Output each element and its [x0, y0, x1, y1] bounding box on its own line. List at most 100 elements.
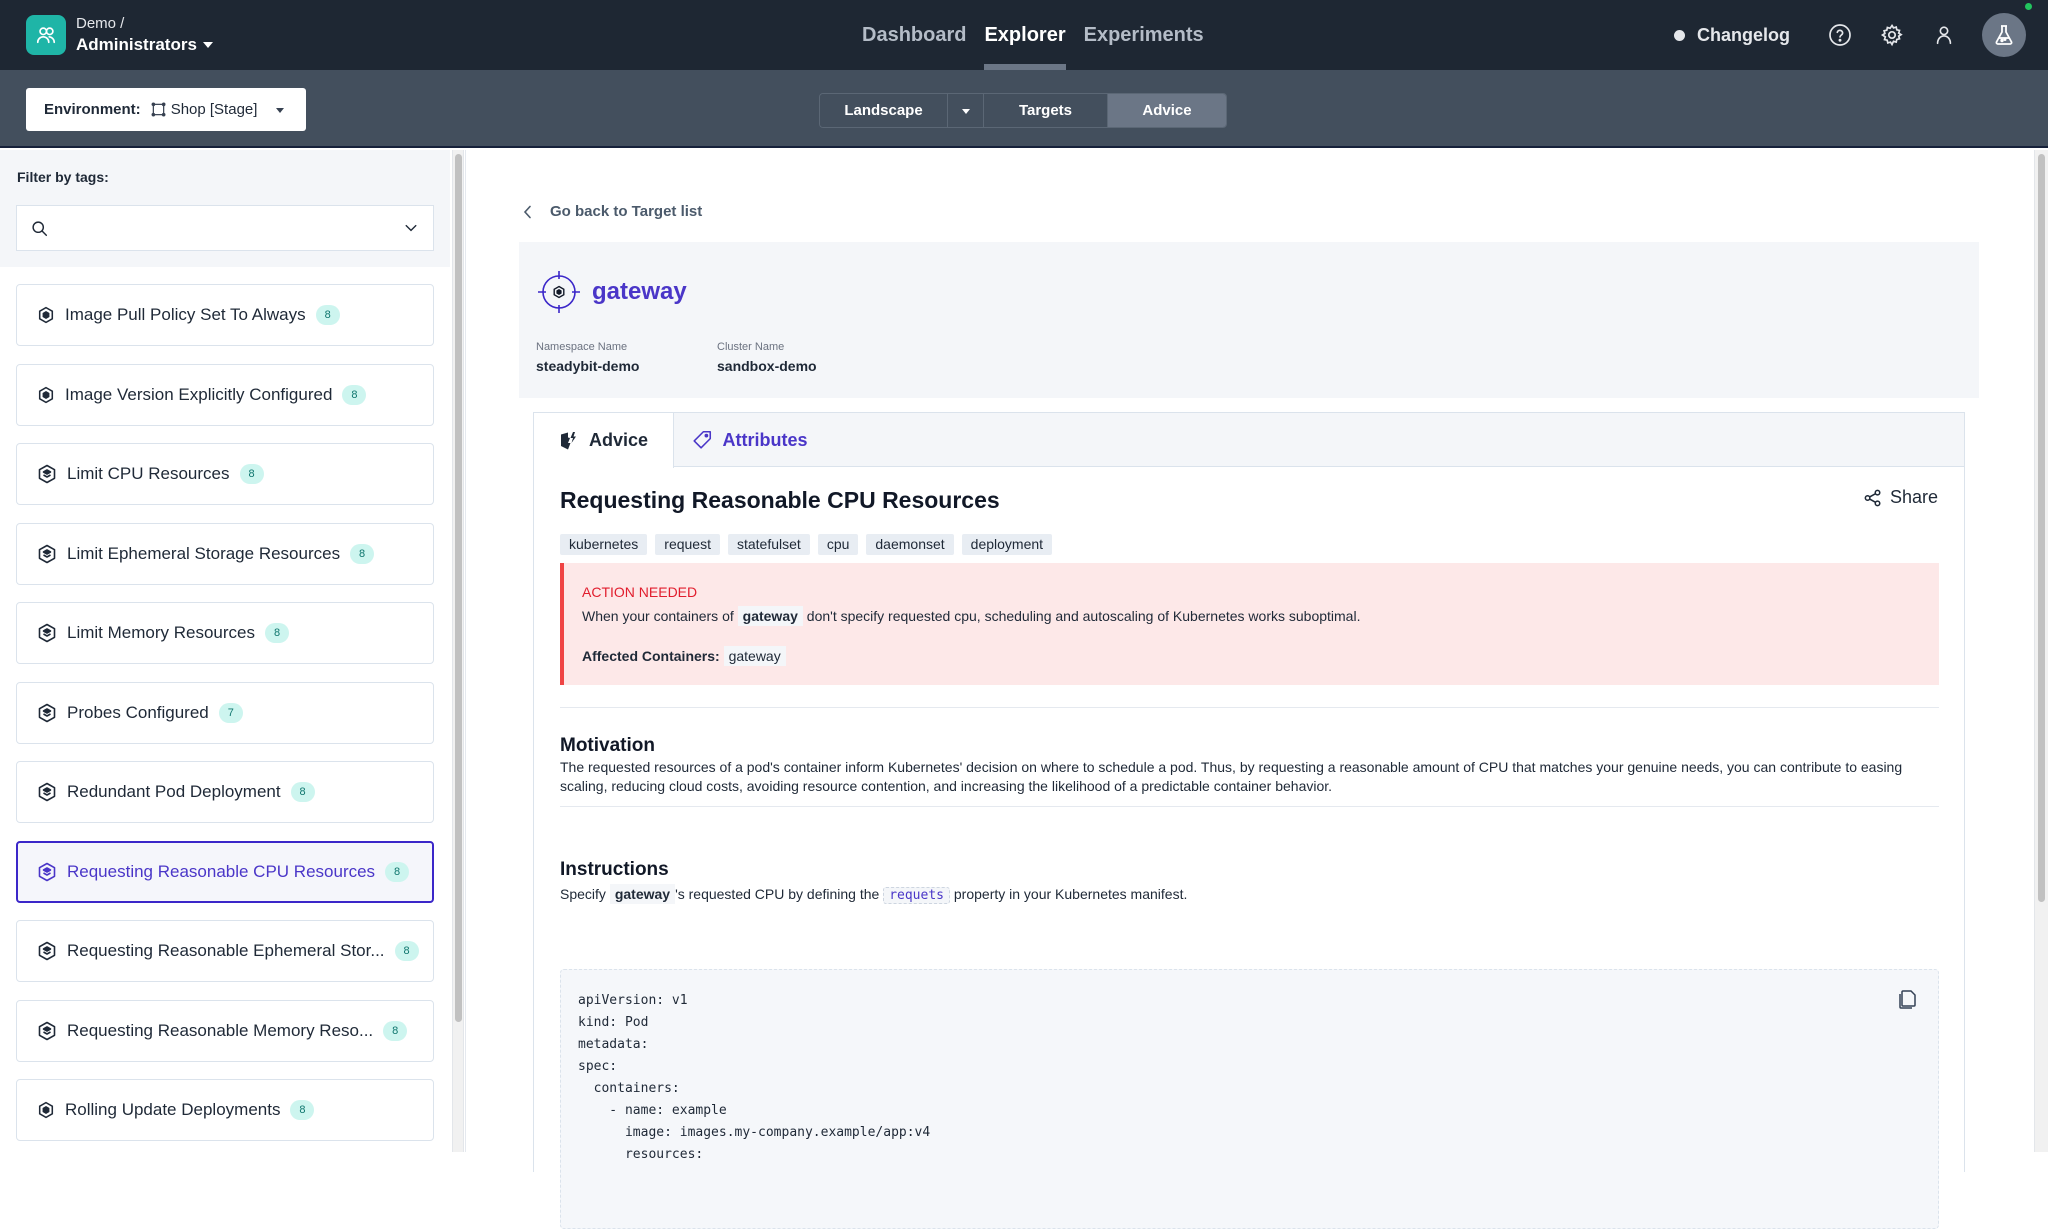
sidebar-scrollbar[interactable]	[452, 150, 464, 1152]
chevron-down-icon[interactable]	[403, 220, 419, 236]
main-scrollbar[interactable]	[2034, 150, 2048, 1152]
gear-icon[interactable]	[1878, 21, 1906, 49]
hexagon-filled-icon	[37, 306, 55, 324]
layers-hexagon-icon	[37, 464, 57, 484]
manifest-code: apiVersion: v1 kind: Pod metadata: spec:…	[578, 993, 931, 1162]
tab-bar: Advice Attributes	[534, 413, 1964, 468]
motivation-heading: Motivation	[560, 735, 655, 756]
advice-list-item[interactable]: Requesting Reasonable Memory Reso... 8	[16, 999, 434, 1062]
inline-code: requets	[883, 887, 950, 904]
tag-chip: deployment	[961, 534, 1053, 555]
section-divider	[560, 707, 1939, 708]
users-icon	[26, 15, 66, 55]
back-to-target-list-link[interactable]: Go back to Target list	[522, 203, 702, 220]
tab-advice[interactable]: Advice	[534, 413, 674, 468]
nav-experiments[interactable]: Experiments	[1084, 0, 1204, 70]
segment-landscape[interactable]: Landscape	[820, 94, 948, 127]
segment-targets[interactable]: Targets	[984, 94, 1108, 127]
attribute-value: steadybit-demo	[536, 358, 640, 374]
org-parent: Demo /	[76, 15, 125, 32]
advice-list-item[interactable]: Limit CPU Resources 8	[16, 443, 434, 505]
segment-advice[interactable]: Advice	[1108, 94, 1226, 127]
copy-icon[interactable]	[1896, 988, 1918, 1010]
layers-hexagon-icon	[37, 862, 57, 882]
tag-icon	[691, 429, 713, 451]
advice-list-item[interactable]: Requesting Reasonable Ephemeral Stor... 8	[16, 920, 434, 982]
advice-list-item[interactable]: Requesting Reasonable CPU Resources 8	[16, 840, 434, 903]
advice-list: Image Pull Policy Set To Always 8 Image Ve…	[16, 284, 434, 1159]
advice-sidebar: Filter by tags: Image Pull Policy Set To…	[0, 150, 450, 1152]
changelog-link[interactable]: Changelog	[1674, 25, 1790, 46]
advice-list-item[interactable]: Image Version Explicitly Configured 8	[16, 363, 434, 426]
environment-select[interactable]: Environment: Shop [Stage]	[26, 88, 306, 131]
org-name[interactable]: Administrators	[76, 34, 213, 55]
instructions-text: Specify gateway's requested CPU by defin…	[560, 884, 1939, 905]
tag-search-input[interactable]	[58, 219, 403, 237]
section-divider	[560, 806, 1939, 807]
changelog-dot-icon	[1674, 29, 1685, 41]
sidebar-scrollbar-thumb[interactable]	[455, 154, 462, 1022]
count-badge: 8	[350, 543, 375, 564]
advice-list-item[interactable]: Redundant Pod Deployment 8	[16, 761, 434, 823]
nav-dashboard[interactable]: Dashboard	[862, 0, 966, 70]
target-crosshair-icon	[536, 269, 582, 315]
environment-value: Shop [Stage]	[170, 101, 258, 118]
tab-attributes-label: Attributes	[722, 429, 808, 450]
layers-hexagon-icon	[37, 623, 57, 643]
layers-hexagon-icon	[37, 782, 57, 802]
environment-label: Environment:	[44, 101, 141, 118]
target-header-card: gateway Namespace Name steadybit-demo Cl…	[519, 242, 1979, 398]
main-nav: Dashboard Explorer Experiments	[862, 0, 1204, 70]
attribute-value: sandbox-demo	[717, 358, 817, 374]
advice-item-label: Requesting Reasonable Memory Reso...	[67, 1020, 374, 1040]
share-label: Share	[1889, 487, 1938, 507]
advice-item-label: Redundant Pod Deployment	[67, 782, 281, 801]
tab-advice-label: Advice	[588, 430, 649, 450]
user-icon[interactable]	[1930, 21, 1958, 49]
advice-item-label: Requesting Reasonable Ephemeral Stor...	[67, 941, 385, 960]
instructions-text-part: Specify	[560, 886, 606, 902]
filter-label: Filter by tags:	[17, 169, 109, 185]
layers-hexagon-icon	[37, 1021, 57, 1041]
count-badge: 7	[218, 702, 243, 723]
count-badge: 8	[394, 941, 419, 961]
advice-list-item[interactable]: Image Pull Policy Set To Always 8	[16, 284, 434, 346]
advice-list-item[interactable]: Rolling Update Deployments 8	[16, 1079, 434, 1141]
count-badge: 8	[239, 464, 264, 484]
advice-list-item[interactable]: Probes Configured 7	[16, 681, 434, 744]
manifest-code-block: apiVersion: v1 kind: Pod metadata: spec:…	[560, 969, 1939, 1229]
count-badge: 8	[385, 861, 410, 882]
flask-icon[interactable]	[1982, 3, 2032, 57]
advice-tags: kubernetes request statefulset cpu daemonset…	[560, 534, 1053, 555]
advice-list-item[interactable]: Limit Memory Resources 8	[16, 602, 434, 664]
instructions-target-highlight: gateway	[609, 884, 676, 904]
alert-message: When your containers of gateway don't sp…	[582, 606, 1361, 626]
nav-explorer[interactable]: Explorer	[984, 0, 1066, 70]
alert-target-highlight: gateway	[737, 606, 803, 626]
advice-list-item[interactable]: Limit Ephemeral Storage Resources 8	[16, 522, 434, 585]
alert-message-text: don't specify requested cpu, scheduling …	[806, 608, 1361, 624]
target-attribute: Namespace Name steadybit-demo	[536, 341, 639, 374]
attribute-key: Cluster Name	[717, 341, 785, 353]
main-scrollbar-thumb[interactable]	[2038, 154, 2045, 902]
tab-attributes[interactable]: Attributes	[674, 413, 824, 467]
tag-chip: cpu	[817, 534, 859, 555]
org-switcher[interactable]: Demo / Administrators	[26, 15, 213, 55]
tag-chip: request	[655, 534, 720, 555]
org-name-label: Administrators	[76, 34, 197, 54]
share-icon	[1864, 489, 1882, 507]
help-circle-icon[interactable]	[1826, 21, 1854, 49]
share-button[interactable]: Share	[1864, 487, 1938, 508]
advice-item-label: Image Pull Policy Set To Always	[65, 305, 306, 324]
landscape-dropdown-button[interactable]	[948, 94, 984, 127]
caret-down-icon	[276, 108, 284, 113]
sub-toolbar: Environment: Shop [Stage] Landscape Targ…	[0, 70, 2048, 148]
affected-container-value: gateway	[723, 646, 786, 666]
tag-search-field[interactable]	[16, 205, 434, 251]
online-status-dot	[2025, 3, 2032, 10]
instructions-text-part: property in your Kubernetes manifest.	[953, 886, 1188, 902]
advice-item-label: Limit Memory Resources	[67, 623, 255, 642]
environment-icon	[151, 102, 166, 117]
alert-message-text: When your containers of	[582, 608, 734, 624]
advice-item-label: Probes Configured	[67, 702, 209, 722]
